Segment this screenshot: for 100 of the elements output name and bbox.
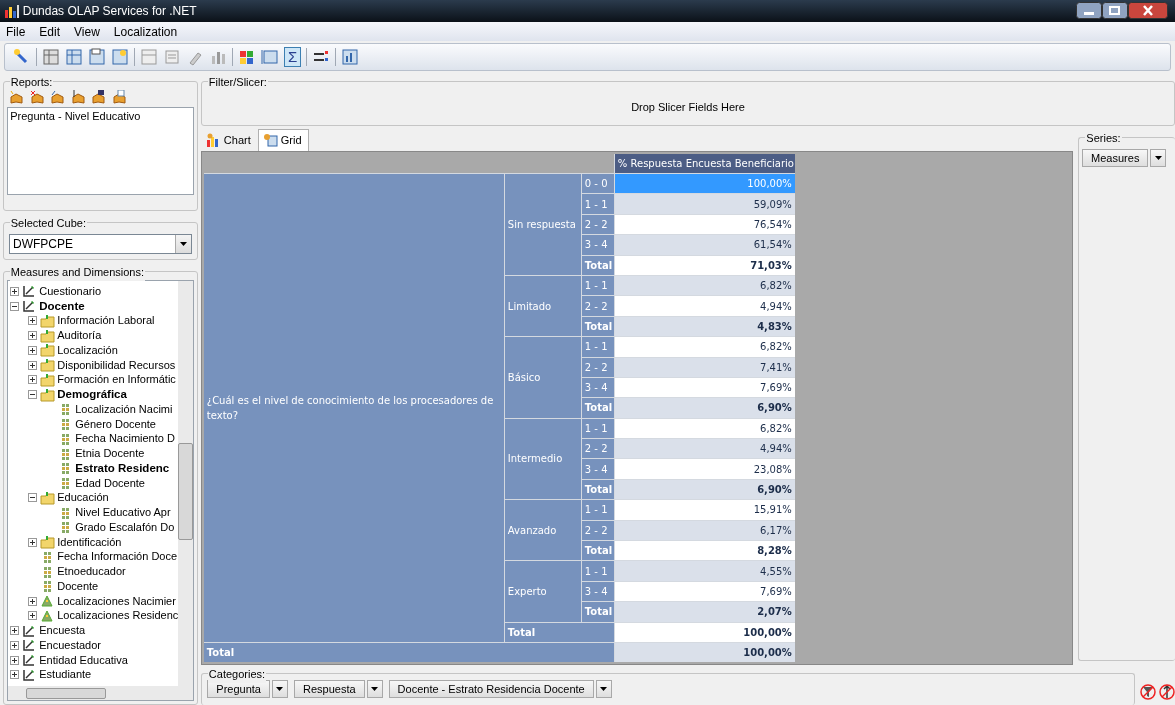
column-header[interactable]: % Respuesta Encuesta Beneficiario (614, 153, 795, 173)
expand-icon[interactable] (27, 345, 37, 355)
drop-zone-hint: Drop Slicer Fields Here (631, 100, 745, 116)
tree-item[interactable]: Docente (57, 578, 99, 594)
collapse-icon[interactable] (27, 390, 37, 400)
cube-dropdown[interactable]: DWFPCPE (9, 233, 192, 254)
tree-item[interactable]: Auditoría (57, 328, 102, 343)
close-icon[interactable] (1128, 2, 1169, 20)
value-cell[interactable]: 4,94% (614, 296, 795, 316)
tree-item[interactable]: Entidad Educativa (39, 652, 128, 668)
menu-item[interactable]: Edit (39, 22, 61, 41)
tree-item[interactable]: Edad Docente (75, 475, 145, 491)
field-button[interactable]: Respuesta (294, 679, 365, 698)
value-cell[interactable]: 100,00% (614, 622, 795, 642)
sum-button[interactable]: Σ (284, 47, 302, 68)
tree-item[interactable]: Demográfica (57, 387, 127, 402)
value-cell[interactable]: 2,07% (614, 602, 795, 622)
value-cell[interactable]: 4,94% (614, 439, 795, 459)
row-header: 2 - 2 (581, 357, 614, 377)
value-cell[interactable]: 7,69% (614, 377, 795, 398)
field-button[interactable]: Measures (1082, 148, 1149, 167)
value-cell[interactable]: 7,41% (614, 357, 795, 377)
tree-item[interactable]: Etnoeducador (57, 564, 126, 579)
tree-item[interactable]: Etnia Docente (75, 446, 145, 461)
tree-item[interactable]: Formación en Informátic (57, 372, 176, 388)
collapse-icon[interactable] (9, 301, 19, 311)
tree-item[interactable]: Género Docente (75, 416, 156, 432)
value-cell[interactable]: 6,82% (614, 275, 795, 296)
value-cell[interactable]: 8,28% (614, 541, 795, 561)
scrollbar[interactable] (7, 686, 194, 701)
field-button[interactable]: Docente - Estrato Residencia Docente (388, 679, 594, 698)
expand-icon[interactable] (9, 655, 19, 665)
tree-item[interactable]: Fecha Nacimiento D (75, 431, 175, 447)
expand-icon[interactable] (27, 537, 37, 547)
tree-item[interactable]: Identificación (57, 534, 122, 550)
tree-item[interactable]: Grado Escalafón Do (75, 519, 175, 535)
tree-item[interactable]: Educación (57, 490, 109, 506)
value-cell[interactable]: 61,54% (614, 235, 795, 255)
tree-item[interactable]: Encuestador (39, 637, 101, 653)
scrollbar[interactable] (178, 281, 194, 687)
dropdown-button[interactable] (174, 234, 191, 253)
expand-icon[interactable] (9, 626, 19, 636)
tree-item[interactable]: Disponibilidad Recursos (57, 357, 176, 373)
cube-icon[interactable] (91, 90, 107, 105)
dimension-icon (21, 667, 37, 682)
value-cell[interactable]: 6,90% (614, 479, 795, 500)
value-cell[interactable]: 6,82% (614, 418, 795, 439)
value-cell[interactable]: 71,03% (614, 255, 795, 275)
value-cell[interactable]: 7,69% (614, 581, 795, 602)
dropdown-button[interactable] (272, 679, 288, 698)
restore-icon[interactable] (1102, 2, 1129, 20)
tree-item[interactable]: Información Laboral (57, 313, 155, 329)
tree-item[interactable]: Localización Nacimi (75, 401, 173, 417)
expand-icon[interactable] (9, 286, 19, 296)
dropdown-button[interactable] (595, 679, 612, 698)
menu-item[interactable]: View (74, 22, 100, 41)
value-cell[interactable]: 23,08% (614, 459, 795, 479)
palette-icon[interactable] (238, 48, 256, 67)
value-cell[interactable]: 76,54% (614, 214, 795, 235)
tree-item[interactable]: Localizaciones Residenc (57, 608, 179, 624)
chart-icon[interactable] (341, 48, 360, 67)
value-cell[interactable]: 6,82% (614, 337, 795, 357)
collapse-icon[interactable] (27, 493, 37, 503)
menu-item[interactable]: File (6, 22, 26, 41)
expand-icon[interactable] (27, 331, 37, 341)
value-cell[interactable]: 59,09% (614, 194, 795, 214)
row-header: Intermedio (504, 418, 581, 500)
cube-icon[interactable] (111, 90, 127, 105)
value-cell[interactable]: 4,55% (614, 561, 795, 581)
value-cell[interactable]: 100,00% (614, 642, 795, 663)
tree-item[interactable]: Docente (39, 298, 85, 314)
row-header: 1 - 1 (581, 500, 614, 520)
tree-item[interactable]: Nivel Educativo Apr (75, 505, 171, 520)
expand-icon[interactable] (9, 640, 19, 650)
tree-item[interactable]: Encuesta (39, 623, 86, 638)
tab[interactable]: Chart (200, 129, 258, 151)
tab[interactable]: Grid (257, 129, 309, 151)
tree-item[interactable]: Cuestionario (39, 283, 101, 299)
expand-icon[interactable] (27, 316, 37, 326)
dropdown-button[interactable] (1150, 148, 1167, 167)
expand-icon[interactable] (27, 611, 37, 621)
tree-item[interactable]: Estudiante (39, 667, 92, 683)
tree-item[interactable]: Localizaciones Nacimier (57, 593, 176, 609)
value-cell[interactable]: 15,91% (614, 500, 795, 520)
menu-item[interactable]: Localization (113, 22, 178, 41)
value-cell[interactable]: 6,90% (614, 398, 795, 418)
expand-icon[interactable] (27, 596, 37, 606)
minimize-icon[interactable] (1076, 2, 1103, 20)
row-header: Total (581, 398, 614, 418)
dropdown-button[interactable] (366, 679, 383, 698)
tree-item[interactable]: Estrato Residenc (75, 460, 170, 476)
expand-icon[interactable] (9, 670, 19, 680)
hierarchy-icon (39, 594, 55, 609)
expand-icon[interactable] (27, 360, 37, 370)
value-cell[interactable]: 6,17% (614, 520, 795, 540)
row-header: 3 - 4 (581, 377, 614, 398)
value-cell[interactable]: 4,83% (614, 316, 795, 337)
expand-icon[interactable] (27, 375, 37, 385)
tree-item[interactable]: Localización (57, 342, 118, 358)
tree-item[interactable]: Fecha Información Doce (57, 549, 178, 565)
